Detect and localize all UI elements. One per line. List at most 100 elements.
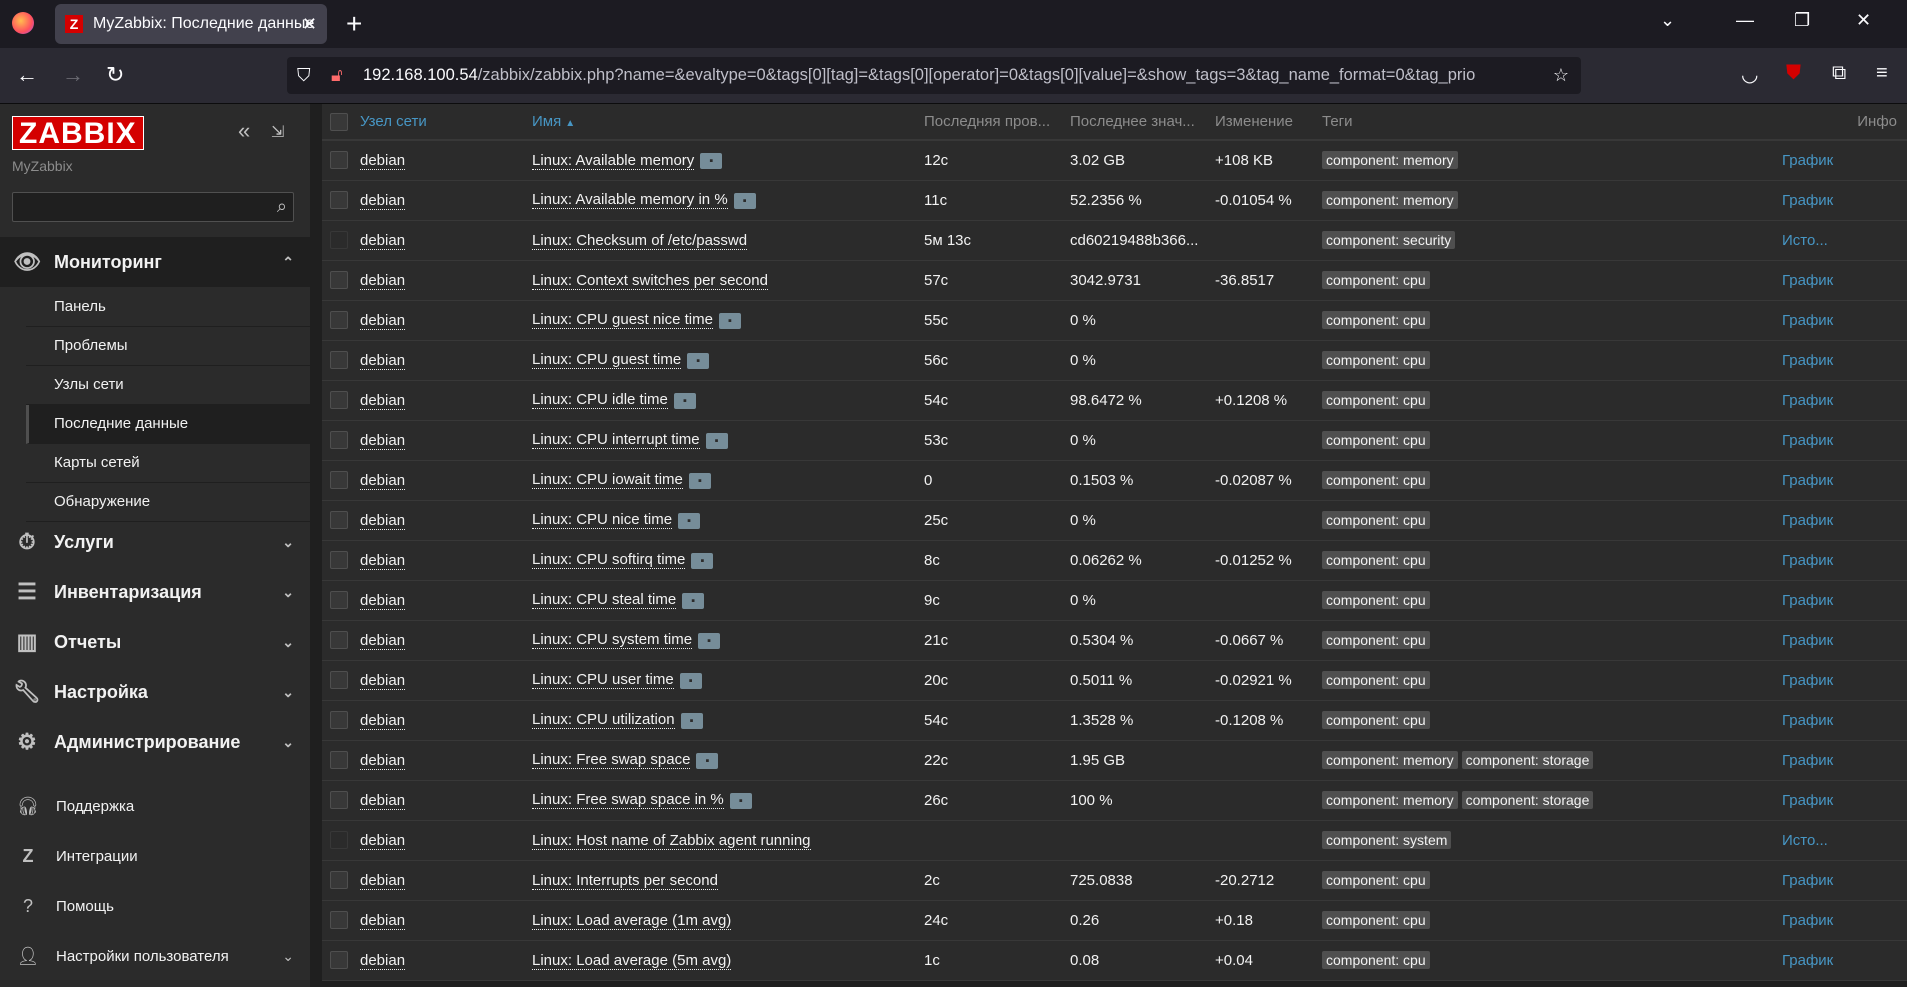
tag-badge[interactable]: component: cpu bbox=[1322, 631, 1430, 649]
host-link[interactable]: debian bbox=[360, 391, 406, 410]
description-hint-icon[interactable]: ▪ bbox=[691, 552, 714, 569]
host-link[interactable]: debian bbox=[360, 231, 406, 250]
tag-badge[interactable]: component: cpu bbox=[1322, 711, 1430, 729]
tag-badge[interactable]: component: memory bbox=[1322, 791, 1458, 809]
graph-link[interactable]: График bbox=[1782, 752, 1833, 769]
item-name-link[interactable]: Linux: CPU system time bbox=[532, 631, 693, 650]
item-name-link[interactable]: Linux: CPU idle time bbox=[532, 391, 668, 410]
menu-user-settings[interactable]: 👤︎ Настройки пользователя ⌄ bbox=[0, 936, 310, 976]
graph-link[interactable]: График bbox=[1782, 552, 1833, 569]
row-checkbox[interactable] bbox=[330, 431, 348, 450]
tag-badge[interactable]: component: storage bbox=[1461, 791, 1594, 809]
graph-link[interactable]: График bbox=[1782, 912, 1833, 929]
submenu-item-dashboard[interactable]: Панель bbox=[26, 288, 310, 327]
url-text[interactable]: 192.168.100.54/zabbix/zabbix.php?name=&e… bbox=[363, 66, 1543, 85]
row-checkbox[interactable] bbox=[330, 631, 348, 650]
description-hint-icon[interactable]: ▪ bbox=[698, 632, 721, 649]
row-checkbox[interactable] bbox=[330, 391, 348, 410]
menu-support[interactable]: 🎧︎ Поддержка bbox=[0, 786, 310, 826]
pocket-icon[interactable]: ◡ bbox=[1741, 62, 1758, 87]
select-all-checkbox[interactable] bbox=[330, 112, 348, 131]
graph-link[interactable]: График bbox=[1782, 152, 1833, 169]
item-name-link[interactable]: Linux: Available memory bbox=[532, 151, 695, 170]
item-name-link[interactable]: Linux: Checksum of /etc/passwd bbox=[532, 231, 748, 250]
description-hint-icon[interactable]: ▪ bbox=[673, 392, 696, 409]
tag-badge[interactable]: component: cpu bbox=[1322, 471, 1430, 489]
tag-badge[interactable]: component: cpu bbox=[1322, 511, 1430, 529]
host-link[interactable]: debian bbox=[360, 791, 406, 810]
graph-link[interactable]: Исто... bbox=[1782, 232, 1828, 249]
item-name-link[interactable]: Linux: CPU guest time bbox=[532, 351, 682, 370]
graph-link[interactable]: График bbox=[1782, 792, 1833, 809]
item-name-link[interactable]: Linux: CPU interrupt time bbox=[532, 431, 700, 450]
item-name-link[interactable]: Linux: Interrupts per second bbox=[532, 871, 718, 890]
graph-link[interactable]: График bbox=[1782, 432, 1833, 449]
reload-icon[interactable]: ↻ bbox=[106, 62, 124, 88]
host-link[interactable]: debian bbox=[360, 591, 406, 610]
description-hint-icon[interactable]: ▪ bbox=[678, 512, 701, 529]
forward-icon[interactable]: → bbox=[62, 62, 84, 88]
tag-badge[interactable]: component: security bbox=[1322, 231, 1456, 249]
description-hint-icon[interactable]: ▪ bbox=[718, 312, 741, 329]
graph-link[interactable]: График bbox=[1782, 192, 1833, 209]
graph-link[interactable]: График bbox=[1782, 712, 1833, 729]
row-checkbox[interactable] bbox=[330, 471, 348, 490]
tag-badge[interactable]: component: cpu bbox=[1322, 271, 1430, 289]
collapse-sidebar-icon[interactable]: « bbox=[238, 118, 250, 144]
item-name-link[interactable]: Linux: Context switches per second bbox=[532, 271, 768, 290]
header-name[interactable]: Имя ▲ bbox=[532, 104, 924, 141]
graph-link[interactable]: Исто... bbox=[1782, 832, 1828, 849]
menu-help[interactable]: ? Помощь bbox=[0, 886, 310, 926]
tag-badge[interactable]: component: cpu bbox=[1322, 911, 1430, 929]
menu-integrations[interactable]: Z Интеграции bbox=[0, 836, 310, 876]
item-name-link[interactable]: Linux: Load average (1m avg) bbox=[532, 911, 732, 930]
row-checkbox[interactable] bbox=[330, 191, 348, 210]
item-name-link[interactable]: Linux: Free swap space in % bbox=[532, 791, 724, 810]
graph-link[interactable]: График bbox=[1782, 312, 1833, 329]
tag-badge[interactable]: component: cpu bbox=[1322, 871, 1430, 889]
item-name-link[interactable]: Linux: CPU iowait time bbox=[532, 471, 683, 490]
hide-sidebar-icon[interactable]: ⇲ bbox=[271, 122, 284, 142]
tag-badge[interactable]: component: system bbox=[1322, 831, 1452, 849]
tag-badge[interactable]: component: cpu bbox=[1322, 351, 1430, 369]
tag-badge[interactable]: component: storage bbox=[1461, 751, 1594, 769]
tag-badge[interactable]: component: memory bbox=[1322, 151, 1458, 170]
menu-reports[interactable]: ▥ Отчеты ⌄ bbox=[0, 617, 310, 667]
host-link[interactable]: debian bbox=[360, 711, 406, 730]
description-hint-icon[interactable]: ▪ bbox=[729, 792, 752, 809]
description-hint-icon[interactable]: ▪ bbox=[679, 672, 702, 689]
host-link[interactable]: debian bbox=[360, 431, 406, 450]
graph-link[interactable]: График bbox=[1782, 272, 1833, 289]
row-checkbox[interactable] bbox=[330, 831, 348, 850]
graph-link[interactable]: График bbox=[1782, 632, 1833, 649]
host-link[interactable]: debian bbox=[360, 911, 406, 930]
item-name-link[interactable]: Linux: CPU guest nice time bbox=[532, 311, 713, 330]
graph-link[interactable]: График bbox=[1782, 352, 1833, 369]
window-close-icon[interactable]: ✕ bbox=[1856, 10, 1871, 31]
tab-close-icon[interactable]: ✕ bbox=[302, 14, 317, 35]
new-tab-icon[interactable]: + bbox=[346, 8, 362, 40]
menu-inventory[interactable]: ☰ Инвентаризация ⌄ bbox=[0, 567, 310, 617]
graph-link[interactable]: График bbox=[1782, 512, 1833, 529]
description-hint-icon[interactable]: ▪ bbox=[700, 152, 723, 169]
item-name-link[interactable]: Linux: Free swap space bbox=[532, 751, 691, 770]
browser-tab[interactable]: Z MyZabbix: Последние данные ✕ bbox=[55, 4, 327, 44]
row-checkbox[interactable] bbox=[330, 311, 348, 330]
description-hint-icon[interactable]: ▪ bbox=[733, 192, 756, 209]
bookmark-star-icon[interactable]: ☆ bbox=[1553, 65, 1569, 86]
host-link[interactable]: debian bbox=[360, 671, 406, 690]
row-checkbox[interactable] bbox=[330, 711, 348, 730]
graph-link[interactable]: График bbox=[1782, 392, 1833, 409]
description-hint-icon[interactable]: ▪ bbox=[687, 352, 710, 369]
app-menu-icon[interactable]: ≡ bbox=[1876, 62, 1888, 85]
tag-badge[interactable]: component: memory bbox=[1322, 191, 1458, 209]
menu-services[interactable]: ⏱︎ Услуги ⌄ bbox=[0, 517, 310, 567]
row-checkbox[interactable] bbox=[330, 671, 348, 690]
item-name-link[interactable]: Linux: CPU softirq time bbox=[532, 551, 686, 570]
host-link[interactable]: debian bbox=[360, 631, 406, 650]
host-link[interactable]: debian bbox=[360, 871, 406, 890]
submenu-item-latest-data[interactable]: Последние данные bbox=[26, 405, 310, 444]
row-checkbox[interactable] bbox=[330, 231, 348, 250]
tag-badge[interactable]: component: cpu bbox=[1322, 551, 1430, 569]
row-checkbox[interactable] bbox=[330, 911, 348, 930]
